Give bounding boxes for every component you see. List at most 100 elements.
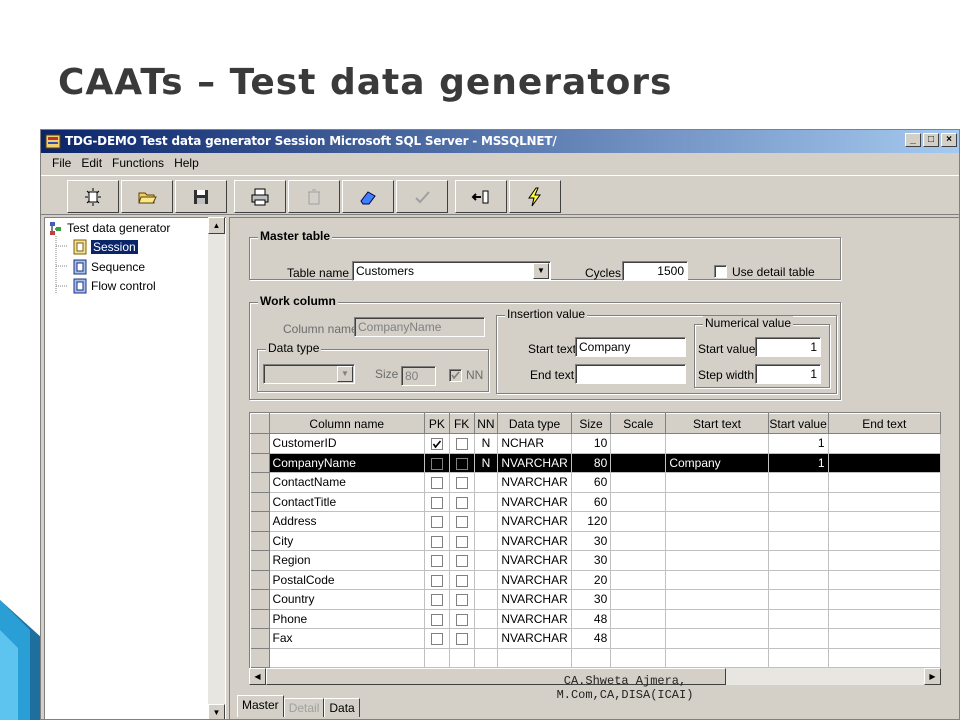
start-text-cell[interactable]	[665, 570, 769, 590]
size-cell[interactable]: 120	[571, 511, 612, 532]
fk-cell[interactable]	[449, 570, 475, 590]
fk-checkbox[interactable]	[455, 633, 468, 646]
type-cell[interactable]: NVARCHAR	[497, 609, 572, 629]
fk-cell[interactable]	[449, 550, 475, 571]
row-indicator[interactable]	[250, 433, 270, 454]
pk-cell[interactable]	[424, 589, 450, 610]
table-row[interactable]: Region NVARCHAR 30	[250, 550, 941, 571]
fk-checkbox[interactable]	[455, 613, 468, 626]
table-row[interactable]: CustomerID N NCHAR 10 1	[250, 433, 941, 454]
start-value-cell[interactable]	[768, 628, 829, 649]
size-cell[interactable]: 48	[571, 609, 612, 629]
pk-checkbox[interactable]	[430, 516, 443, 529]
scroll-down-button[interactable]: ▼	[208, 704, 225, 719]
table-row[interactable]: CompanyName N NVARCHAR 80 Company 1	[250, 452, 941, 473]
fk-checkbox[interactable]	[455, 496, 468, 509]
nn-cell[interactable]	[474, 550, 499, 571]
validate-button[interactable]	[396, 180, 448, 213]
end-text-cell[interactable]	[828, 570, 941, 590]
column-header[interactable]: Scale	[610, 413, 667, 434]
column-header[interactable]: Column name	[268, 413, 426, 434]
pk-checkbox[interactable]	[430, 574, 443, 587]
menu-functions[interactable]: Functions	[107, 153, 169, 173]
nn-cell[interactable]: N	[474, 453, 499, 473]
pk-checkbox[interactable]	[430, 477, 443, 490]
pk-checkbox[interactable]	[430, 613, 443, 626]
tab-data[interactable]: Data	[324, 698, 360, 717]
start-text-cell[interactable]	[665, 433, 769, 454]
nn-cell[interactable]	[474, 492, 499, 512]
clear-button[interactable]	[342, 180, 394, 213]
menu-help[interactable]: Help	[169, 153, 204, 173]
name-cell[interactable]: CompanyName	[269, 453, 426, 473]
start-value-cell[interactable]	[768, 511, 829, 532]
column-header[interactable]: End text	[827, 413, 941, 434]
size-cell[interactable]: 48	[571, 628, 612, 649]
end-text-cell[interactable]	[828, 531, 941, 551]
nn-cell[interactable]	[474, 570, 499, 590]
fk-checkbox[interactable]	[455, 574, 468, 587]
pk-checkbox[interactable]	[430, 594, 443, 607]
start-text-cell[interactable]	[665, 628, 769, 649]
type-cell[interactable]: NVARCHAR	[497, 453, 572, 473]
fk-checkbox[interactable]	[455, 438, 468, 451]
start-value-cell[interactable]: 1	[768, 433, 829, 454]
column-name-input[interactable]: CompanyName	[354, 317, 485, 337]
table-row[interactable]: Address NVARCHAR 120	[250, 511, 941, 532]
table-name-combo[interactable]: Customers ▼	[352, 261, 551, 281]
open-button[interactable]	[121, 180, 173, 213]
scroll-up-button[interactable]: ▲	[208, 217, 225, 234]
start-text-cell[interactable]	[665, 472, 769, 493]
tree-scrollbar[interactable]: ▲ ▼	[208, 217, 225, 719]
column-header[interactable]: Data type	[497, 413, 572, 434]
size-cell[interactable]: 30	[571, 531, 612, 551]
title-bar[interactable]: TDG-DEMO Test data generator Session Mic…	[41, 130, 959, 153]
name-cell[interactable]: City	[269, 531, 426, 551]
chevron-down-icon[interactable]: ▼	[533, 263, 549, 279]
nn-cell[interactable]	[474, 609, 499, 629]
type-cell[interactable]: NVARCHAR	[497, 531, 572, 551]
row-indicator[interactable]	[250, 511, 270, 532]
column-header[interactable]: PK	[424, 413, 450, 434]
pk-cell[interactable]	[424, 570, 450, 590]
tab-master[interactable]: Master	[237, 695, 284, 717]
scroll-left-button[interactable]: ◀	[249, 668, 266, 685]
end-text-cell[interactable]	[828, 511, 941, 532]
name-cell[interactable]: Phone	[269, 609, 426, 629]
pk-cell[interactable]	[424, 511, 450, 532]
start-text-cell[interactable]	[665, 531, 769, 551]
name-cell[interactable]: Address	[269, 511, 426, 532]
start-value-cell[interactable]	[768, 492, 829, 512]
pk-cell[interactable]	[424, 492, 450, 512]
fk-cell[interactable]	[449, 433, 475, 454]
fk-checkbox[interactable]	[455, 555, 468, 568]
tree-item-session[interactable]: Session	[73, 239, 138, 255]
type-cell[interactable]: NVARCHAR	[497, 472, 572, 493]
table-row[interactable]: ContactTitle NVARCHAR 60	[250, 491, 941, 512]
data-type-combo[interactable]: ▼	[263, 364, 355, 384]
tree-root[interactable]: Test data generator	[49, 220, 170, 236]
cycles-input[interactable]: 1500	[622, 261, 688, 281]
column-header[interactable]: Size	[570, 413, 612, 434]
nn-cell[interactable]: N	[474, 433, 499, 454]
nn-cell[interactable]	[474, 589, 499, 610]
size-cell[interactable]: 60	[571, 492, 612, 512]
name-cell[interactable]: CustomerID	[269, 433, 426, 454]
column-header[interactable]: Start text	[665, 413, 769, 434]
table-row[interactable]: Phone NVARCHAR 48	[250, 608, 941, 629]
start-value-input[interactable]: 1	[755, 337, 821, 357]
name-cell[interactable]: ContactTitle	[269, 492, 426, 512]
nn-checkbox[interactable]	[449, 369, 462, 382]
nn-cell[interactable]	[474, 472, 499, 493]
start-text-cell[interactable]	[665, 550, 769, 571]
start-text-input[interactable]: Company	[575, 337, 686, 357]
new-session-button[interactable]	[67, 180, 119, 213]
pk-checkbox[interactable]	[430, 555, 443, 568]
step-width-input[interactable]: 1	[755, 364, 821, 384]
end-text-cell[interactable]	[828, 628, 941, 649]
table-row[interactable]: ContactName NVARCHAR 60	[250, 472, 941, 493]
column-header[interactable]: FK	[448, 413, 475, 434]
size-cell[interactable]: 60	[571, 472, 612, 493]
start-text-cell[interactable]	[665, 589, 769, 610]
close-button[interactable]: ×	[941, 133, 957, 147]
